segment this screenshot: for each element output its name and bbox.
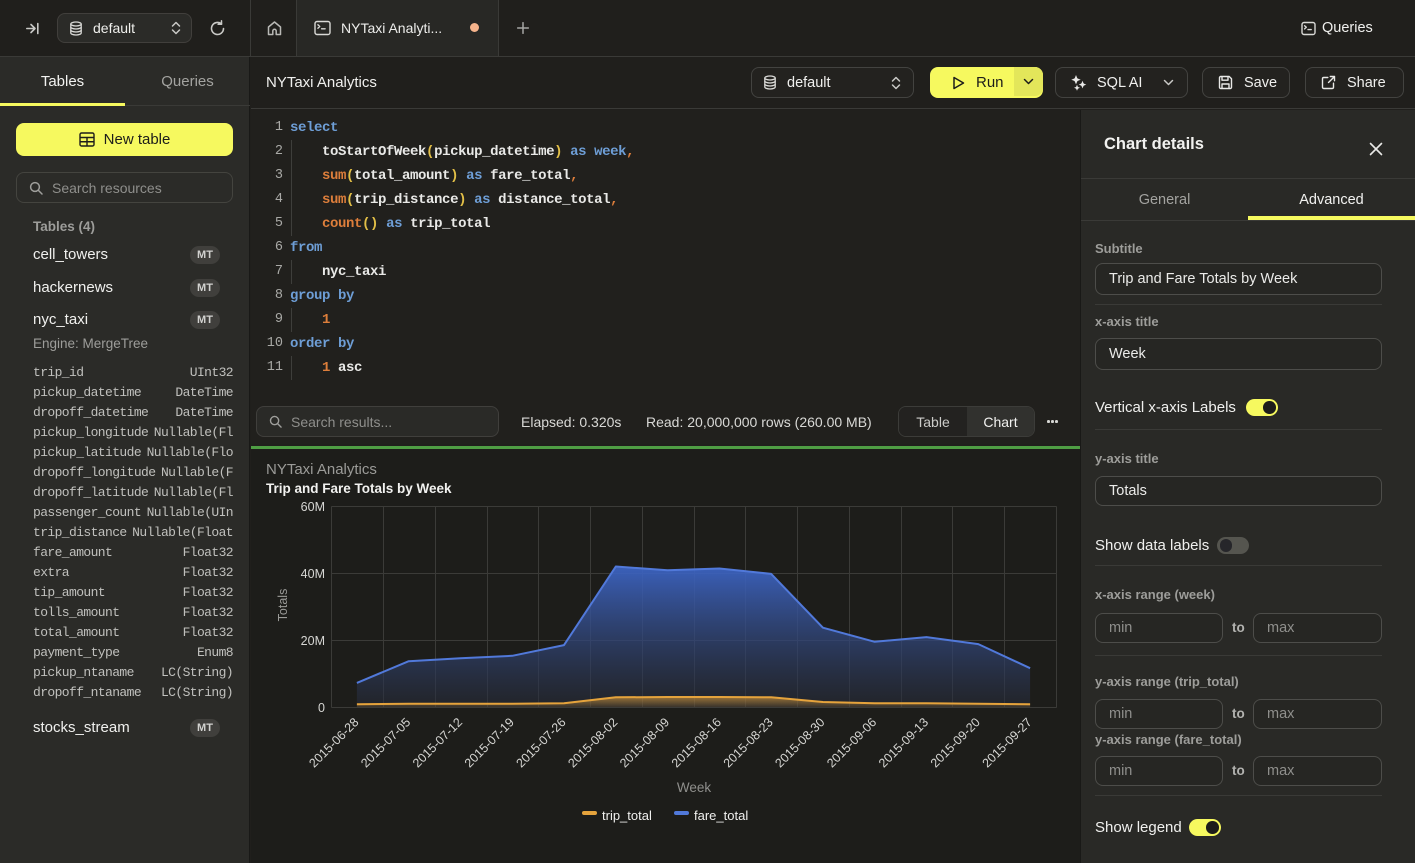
svg-text:Totals: Totals [276,589,290,622]
svg-text:2015-08-02: 2015-08-02 [565,715,620,770]
svg-text:2015-07-26: 2015-07-26 [514,715,569,770]
svg-text:2015-09-06: 2015-09-06 [824,715,879,770]
svg-text:fare_total: fare_total [694,808,748,823]
svg-text:60M: 60M [301,500,325,514]
svg-text:2015-08-30: 2015-08-30 [772,715,827,770]
svg-text:2015-07-19: 2015-07-19 [462,715,517,770]
svg-text:2015-06-28: 2015-06-28 [306,715,361,770]
svg-text:40M: 40M [301,567,325,581]
svg-text:2015-07-12: 2015-07-12 [410,715,465,770]
svg-text:2015-09-27: 2015-09-27 [980,715,1035,770]
svg-text:20M: 20M [301,634,325,648]
svg-text:2015-07-05: 2015-07-05 [358,715,413,770]
svg-text:NYTaxi Analytics: NYTaxi Analytics [266,461,377,478]
svg-text:Trip and Fare Totals by Week: Trip and Fare Totals by Week [266,481,452,496]
svg-text:2015-08-16: 2015-08-16 [669,715,724,770]
svg-text:trip_total: trip_total [602,808,652,823]
svg-text:2015-09-13: 2015-09-13 [876,715,931,770]
svg-text:Week: Week [677,780,712,795]
svg-text:0: 0 [318,701,325,715]
svg-text:2015-08-09: 2015-08-09 [617,715,672,770]
svg-text:2015-08-23: 2015-08-23 [721,715,776,770]
svg-text:2015-09-20: 2015-09-20 [928,715,983,770]
